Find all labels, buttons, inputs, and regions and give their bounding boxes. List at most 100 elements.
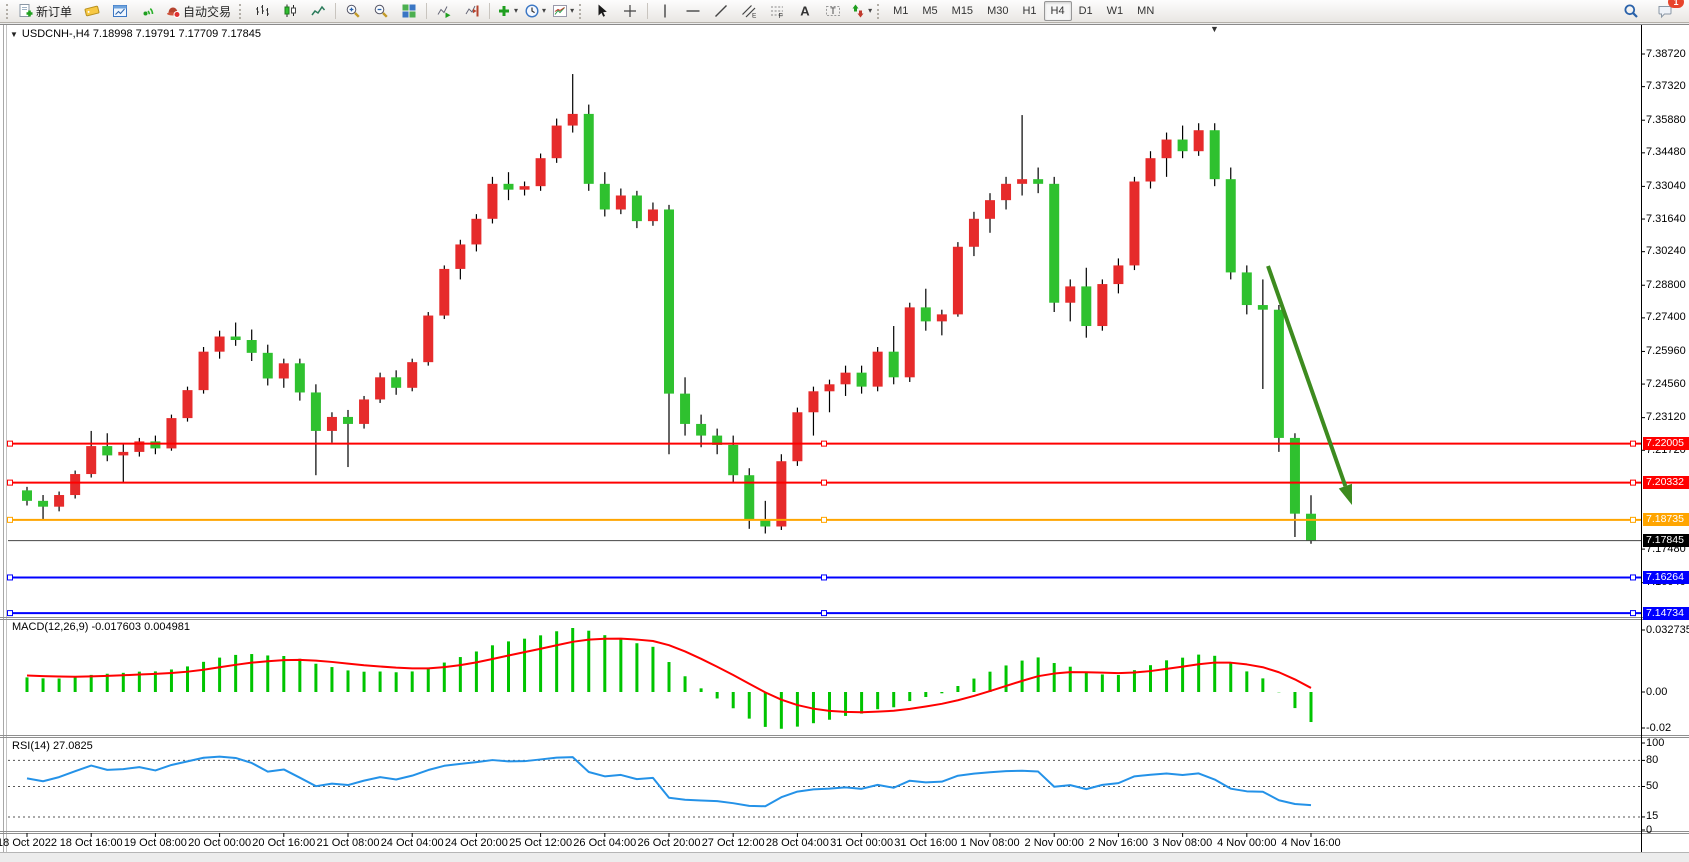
shapes-icon <box>850 3 866 19</box>
line-handle[interactable] <box>822 480 827 485</box>
chart-shift-marker[interactable]: ▼ <box>1210 24 1219 34</box>
line-handle[interactable] <box>8 441 13 446</box>
timeframe-button-M15[interactable]: M15 <box>945 1 980 21</box>
rsi-tick-label: 80 <box>1646 754 1658 766</box>
timeframe-button-MN[interactable]: MN <box>1130 1 1161 21</box>
candle-body <box>1274 310 1284 438</box>
candle-body <box>311 392 321 430</box>
toolbar-drag-handle <box>6 4 11 19</box>
periods-button[interactable]: ▾ <box>521 0 549 22</box>
candle-body <box>1081 286 1091 326</box>
line-handle[interactable] <box>8 611 13 616</box>
svg-text:A: A <box>800 4 810 19</box>
timeframe-button-H4[interactable]: H4 <box>1044 1 1072 21</box>
candle-body <box>38 501 48 507</box>
search-icon <box>1623 3 1639 19</box>
line-handle[interactable] <box>8 517 13 522</box>
hline-button[interactable] <box>679 0 707 22</box>
line-price-tag-7.16264: 7.16264 <box>1643 571 1689 584</box>
text-button[interactable]: A <box>791 0 819 22</box>
chart-shift-button[interactable] <box>458 0 486 22</box>
candle-body <box>70 474 80 495</box>
time-tick-label: 20 Oct 00:00 <box>188 837 251 849</box>
search-button[interactable] <box>1617 0 1645 22</box>
svg-text:E: E <box>752 13 757 20</box>
bid-price-tag: 7.17845 <box>1643 534 1689 547</box>
line-chart-button[interactable] <box>304 0 332 22</box>
price-tick-label: 7.37320 <box>1646 80 1686 92</box>
candle-body <box>439 269 449 316</box>
timeframe-button-W1[interactable]: W1 <box>1100 1 1131 21</box>
line-handle[interactable] <box>1631 441 1636 446</box>
time-tick-label: 31 Oct 16:00 <box>894 837 957 849</box>
candle-body <box>985 200 995 219</box>
line-handle[interactable] <box>1631 575 1636 580</box>
trendline-icon <box>713 3 729 19</box>
candle-body <box>455 244 465 268</box>
line-price-tag-7.18735: 7.18735 <box>1643 513 1689 526</box>
timeframe-button-M30[interactable]: M30 <box>980 1 1015 21</box>
candle-chart-button[interactable] <box>276 0 304 22</box>
line-handle[interactable] <box>1631 517 1636 522</box>
candle-body <box>504 184 514 190</box>
price-tick-label: 7.28800 <box>1646 279 1686 291</box>
indicators-button[interactable]: ▾ <box>493 0 521 22</box>
candle-body <box>1242 272 1252 305</box>
tile-windows-button[interactable] <box>395 0 423 22</box>
time-tick-label: 1 Nov 08:00 <box>960 837 1019 849</box>
auto-scroll-button[interactable] <box>430 0 458 22</box>
candle-body <box>616 195 626 209</box>
templates-button[interactable]: ▾ <box>549 0 577 22</box>
crosshair-button[interactable] <box>616 0 644 22</box>
candle-body <box>568 114 578 126</box>
bar-chart-button[interactable] <box>248 0 276 22</box>
new-order-button[interactable]: 新订单 <box>15 0 78 22</box>
toolbar-separator <box>426 3 427 19</box>
line-handle[interactable] <box>8 575 13 580</box>
candle-body <box>536 158 546 186</box>
candle-body <box>873 352 883 387</box>
shapes-button[interactable]: ▾ <box>847 0 875 22</box>
line-price-tag-7.22005: 7.22005 <box>1643 437 1689 450</box>
line-chart-icon <box>310 3 326 19</box>
line-handle[interactable] <box>1631 611 1636 616</box>
macd-tick-label: 0.00 <box>1646 686 1667 698</box>
text-label-button[interactable]: T <box>819 0 847 22</box>
symbol-dropdown-icon[interactable]: ▼ <box>10 30 18 39</box>
rsi-tick-label: 0 <box>1646 824 1652 836</box>
zoom-in-button[interactable] <box>339 0 367 22</box>
toolbar-separator <box>335 3 336 19</box>
vline-button[interactable] <box>651 0 679 22</box>
channel-button[interactable]: E <box>735 0 763 22</box>
chat-button[interactable]: 1 <box>1651 0 1679 22</box>
chart-window-button[interactable] <box>106 0 134 22</box>
ticket-button[interactable] <box>78 0 106 22</box>
candle-body <box>584 114 594 184</box>
line-handle[interactable] <box>8 480 13 485</box>
trendline-button[interactable] <box>707 0 735 22</box>
fibonacci-button[interactable]: F <box>763 0 791 22</box>
chart-canvas[interactable] <box>0 0 1689 862</box>
signal-button[interactable] <box>134 0 162 22</box>
line-handle[interactable] <box>822 441 827 446</box>
timeframe-button-D1[interactable]: D1 <box>1072 1 1100 21</box>
line-handle[interactable] <box>1631 480 1636 485</box>
timeframe-button-M1[interactable]: M1 <box>886 1 915 21</box>
cursor-button[interactable] <box>588 0 616 22</box>
line-handle[interactable] <box>822 611 827 616</box>
ticket-icon <box>84 3 100 19</box>
time-tick-label: 26 Oct 04:00 <box>573 837 636 849</box>
zoom-out-button[interactable] <box>367 0 395 22</box>
timeframe-button-H1[interactable]: H1 <box>1015 1 1043 21</box>
candle-body <box>407 362 417 388</box>
candle-body <box>118 452 128 455</box>
line-handle[interactable] <box>822 517 827 522</box>
time-tick-label: 25 Oct 12:00 <box>509 837 572 849</box>
price-tick-label: 7.34480 <box>1646 146 1686 158</box>
autotrading-button[interactable]: 自动交易 <box>162 0 237 22</box>
timeframe-button-M5[interactable]: M5 <box>915 1 944 21</box>
price-tick-label: 7.31640 <box>1646 213 1686 225</box>
candle-body <box>1226 179 1236 272</box>
line-handle[interactable] <box>822 575 827 580</box>
candle-body <box>150 441 160 448</box>
